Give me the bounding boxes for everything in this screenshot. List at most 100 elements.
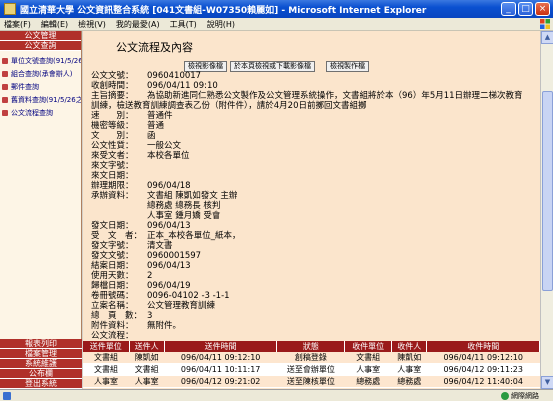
recipient-value: 正本_本校各單位_紙本， xyxy=(147,231,241,241)
received-value: 096/04/11 09:10 xyxy=(147,81,218,91)
windows-logo-icon xyxy=(540,19,550,29)
sidebar-item-unit-no-query[interactable]: 單位文號查詢(91/5/26之前) xyxy=(0,54,81,67)
menu-favorites[interactable]: 我的最愛(A) xyxy=(116,19,160,30)
table-cell: 陳凱如 xyxy=(129,352,165,364)
field-label: 機密等級： xyxy=(91,121,134,131)
table-cell: 總務處 xyxy=(391,375,427,388)
table-cell: 文書組 xyxy=(83,363,129,376)
doc-no-value: 0960410017 xyxy=(147,71,202,81)
col-header: 送件單位 xyxy=(83,341,130,352)
main-content: 公文流程及內容 檢視影像檔 於本頁檢視或下載影像檔 檢視製作檔 公文文號： 096… xyxy=(83,31,540,389)
zone-label: 網際網路 xyxy=(511,392,539,400)
field-label: 來文字號： xyxy=(91,161,134,171)
use-days-value: 2 xyxy=(147,271,153,281)
field-label: 總 頁 數： xyxy=(91,311,143,321)
table-cell: 096/04/11 09:12:10 xyxy=(164,352,277,364)
sidebar-header-doc-mgmt[interactable]: 公文管理 xyxy=(0,31,81,41)
menu-help[interactable]: 說明(H) xyxy=(207,19,235,30)
sidebar-header-files[interactable]: 檔案管理 xyxy=(0,349,82,359)
case-value: 公文管理教育訓練 xyxy=(147,301,216,311)
field-label: 來受文者： xyxy=(91,151,134,161)
table-row: 人事室 人事室 096/04/12 09:21:02 送至陳核單位 總務處 總務… xyxy=(83,375,540,388)
table-cell: 096/04/12 09:21:02 xyxy=(164,375,277,388)
sidebar-item-label: 單位文號查詢(91/5/26之前) xyxy=(11,56,81,65)
handler-line: 人事室 鍾月嬌 受會 xyxy=(147,211,221,221)
field-label: 辦理期限： xyxy=(91,181,134,191)
sidebar: 公文管理 公文查詢 單位文號查詢(91/5/26之前) 組合查詢(承會辦人) 郵… xyxy=(0,31,82,389)
field-label: 受 文 者： xyxy=(91,231,143,241)
menu-tools[interactable]: 工具(T) xyxy=(170,19,197,30)
close-button[interactable]: × xyxy=(535,2,550,16)
issue-word-value: 清文書 xyxy=(147,241,173,251)
table-cell: 文書組 xyxy=(83,352,129,364)
scroll-down-icon[interactable]: ▼ xyxy=(541,376,553,389)
close-date-value: 096/04/13 xyxy=(147,261,191,271)
field-label: 收創時間： xyxy=(91,81,134,91)
field-label: 速 別： xyxy=(91,111,134,121)
sidebar-item-flow-query[interactable]: 公文流程查詢 xyxy=(0,106,81,119)
sidebar-header-reports[interactable]: 報表列印 xyxy=(0,339,82,349)
menu-file[interactable]: 檔案(F) xyxy=(4,19,31,30)
sidebar-item-legacy-query[interactable]: 舊資料查詢(91/5/26之前) xyxy=(0,93,81,106)
sidebar-header-doc-query[interactable]: 公文查詢 xyxy=(0,41,81,51)
security-zone: 網際網路 xyxy=(501,391,539,401)
table-row: 文書組 文書組 096/04/11 10:11:17 送至會辦單位 人事室 人事… xyxy=(83,363,540,376)
page-done-icon xyxy=(3,392,11,400)
field-label: 發文字號： xyxy=(91,241,134,251)
col-header: 收件時間 xyxy=(426,341,540,352)
sidebar-item-label: 舊資料查詢(91/5/26之前) xyxy=(11,95,81,104)
archive-date-value: 096/04/19 xyxy=(147,281,191,291)
field-label: 主旨摘要： xyxy=(91,91,134,101)
menu-view[interactable]: 檢視(V) xyxy=(78,19,106,30)
issue-no-value: 0960001597 xyxy=(147,251,202,261)
ie-app-icon xyxy=(4,3,16,15)
table-cell: 送至陳核單位 xyxy=(276,375,345,388)
flow-table: 送件單位 送件人 送件時間 狀態 收件單位 收件人 收件時間 文書組 陳凱如 0… xyxy=(83,341,540,388)
scroll-up-icon[interactable]: ▲ xyxy=(541,31,553,44)
table-cell: 096/04/11 09:12:10 xyxy=(426,352,540,364)
maximize-button[interactable]: □ xyxy=(518,2,533,16)
speed-value: 普通件 xyxy=(147,111,173,121)
file-no-value: 0096-04102 -3 -1-1 xyxy=(147,291,230,301)
doc-details: 公文文號： 0960410017 收創時間： 096/04/11 09:10 主旨摘… xyxy=(91,71,531,341)
table-cell: 096/04/11 10:11:17 xyxy=(164,363,277,376)
menu-edit[interactable]: 編輯(E) xyxy=(41,19,68,30)
pages-value: 3 xyxy=(147,311,153,321)
sidebar-header-system[interactable]: 系統維護 xyxy=(0,359,82,369)
type-value: 函 xyxy=(147,131,156,141)
table-cell: 人事室 xyxy=(83,375,129,388)
handler-line: 總務處 總務長 核判 xyxy=(147,201,221,211)
nature-value: 一般公文 xyxy=(147,141,182,151)
scroll-thumb[interactable] xyxy=(542,91,553,291)
table-cell: 總務處 xyxy=(344,375,392,388)
handler-line: 文書組 陳凱如發文 主辦 xyxy=(147,191,238,201)
field-label: 公文文號： xyxy=(91,71,134,81)
field-label: 附件資料： xyxy=(91,321,134,331)
issue-date-value: 096/04/13 xyxy=(147,221,191,231)
sidebar-header-logout[interactable]: 登出系統 xyxy=(0,379,82,389)
field-label: 公文性質： xyxy=(91,141,134,151)
minimize-button[interactable]: _ xyxy=(501,2,516,16)
table-cell: 創稿登錄 xyxy=(276,352,345,364)
sidebar-item-combined-query[interactable]: 組合查詢(承會辦人) xyxy=(0,67,81,80)
table-cell: 送至會辦單位 xyxy=(276,363,345,376)
sidebar-header-bulletin[interactable]: 公布欄 xyxy=(0,369,82,379)
deadline-value: 096/04/18 xyxy=(147,181,191,191)
table-cell: 096/04/12 11:40:04 xyxy=(426,375,540,388)
vertical-scrollbar[interactable]: ▲ ▼ xyxy=(540,31,553,389)
menu-bar: 檔案(F) 編輯(E) 檢視(V) 我的最愛(A) 工具(T) 說明(H) xyxy=(0,18,553,31)
bullet-icon xyxy=(2,109,8,116)
col-header: 送件人 xyxy=(129,341,165,352)
field-label: 使用天數： xyxy=(91,271,134,281)
bullet-icon xyxy=(2,96,8,103)
sidebar-item-label: 郵件查詢 xyxy=(11,82,39,91)
table-cell: 人事室 xyxy=(391,363,427,376)
subject-value: 為協助新進同仁熟悉公文製作及公文管理系統操作，文書組將於本（96）年5月11日辦… xyxy=(91,91,523,111)
table-cell: 人事室 xyxy=(344,363,392,376)
status-bar: 網際網路 xyxy=(0,389,553,401)
sidebar-item-mail-query[interactable]: 郵件查詢 xyxy=(0,80,81,93)
col-header: 收件人 xyxy=(391,341,428,352)
table-header-row: 送件單位 送件人 送件時間 狀態 收件單位 收件人 收件時間 xyxy=(83,341,540,352)
table-cell: 陳凱如 xyxy=(391,352,427,364)
sidebar-item-label: 公文流程查詢 xyxy=(11,108,53,117)
